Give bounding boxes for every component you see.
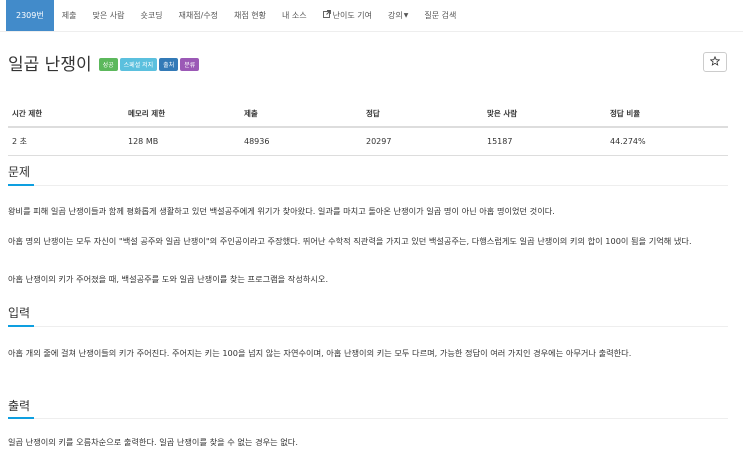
value-time-limit: 2 초 [12,137,27,146]
section-divider [8,418,728,419]
tab-rejudge[interactable]: 재채점/수정 [171,0,227,31]
problem-title-row: 일곱 난쟁이 성공 스페셜 저지 출처 분류 [8,50,200,75]
tab-label: 강의 [388,11,403,20]
problem-badges: 성공 스페셜 저지 출처 분류 [98,58,200,71]
tab-label: 난이도 기여 [332,11,372,20]
input-paragraph: 아홉 개의 줄에 걸쳐 난쟁이들의 키가 주어진다. 주어지는 키는 100을 … [8,348,632,358]
caret-down-icon: ▼ [403,12,409,19]
section-accent-bar [8,417,34,419]
tab-label: 2309번 [16,11,44,20]
external-link-icon [322,10,331,21]
header-time-limit: 시간 제한 [12,108,43,118]
tab-label: 채점 현황 [234,11,267,20]
section-divider [8,185,728,186]
favorite-button[interactable] [703,52,727,72]
tab-label: 숏코딩 [140,11,163,20]
tab-lecture[interactable]: 강의 ▼ [380,0,416,31]
tab-label: 맞은 사람 [92,11,125,20]
header-memory-limit: 메모리 제한 [128,108,166,118]
tab-accepted-users[interactable]: 맞은 사람 [84,0,132,31]
badge-success: 성공 [98,58,118,71]
header-accepted-users: 맞은 사람 [487,108,518,118]
tab-question-search[interactable]: 질문 검색 [416,0,464,31]
tab-short-coding[interactable]: 숏코딩 [132,0,170,31]
problem-paragraph-3: 아홉 난쟁이의 키가 주어졌을 때, 백설공주를 도와 일곱 난쟁이를 찾는 프… [8,274,329,284]
tab-label: 내 소스 [282,11,307,20]
value-accepted-users: 15187 [487,137,513,146]
problem-paragraph-1: 왕비를 피해 일곱 난쟁이들과 함께 평화롭게 생활하고 있던 백설공주에게 위… [8,206,555,216]
header-submissions: 제출 [244,108,258,118]
badge-source[interactable]: 출처 [159,58,179,71]
page-title: 일곱 난쟁이 [8,55,92,75]
output-paragraph: 일곱 난쟁이의 키를 오름차순으로 출력한다. 일곱 난쟁이를 찾을 수 없는 … [8,437,298,447]
tab-my-source[interactable]: 내 소스 [274,0,315,31]
tab-label: 질문 검색 [424,11,457,20]
value-submissions: 48936 [244,137,270,146]
tab-status[interactable]: 채점 현황 [226,0,274,31]
section-heading-input: 입력 [8,306,31,320]
tab-label: 제출 [61,11,77,20]
section-accent-bar [8,325,34,327]
problem-info-table: 시간 제한 메모리 제한 제출 정답 맞은 사람 정답 비율 2 초 128 M… [8,100,728,156]
header-ratio: 정답 비율 [610,108,641,118]
tab-label: 재채점/수정 [178,11,219,20]
badge-category[interactable]: 분류 [180,58,200,71]
problem-paragraph-2: 아홉 명의 난쟁이는 모두 자신이 "백설 공주와 일곱 난쟁이"의 주인공이라… [8,236,692,246]
problem-nav-bar: 2309번 제출 맞은 사람 숏코딩 재채점/수정 채점 현황 내 소스 난이도… [0,0,743,32]
table-row: 2 초 128 MB 48936 20297 15187 44.274% [8,128,728,156]
value-ratio: 44.274% [610,137,646,146]
tab-submit[interactable]: 제출 [54,0,85,31]
tab-difficulty-contribution[interactable]: 난이도 기여 [315,0,380,31]
badge-special-judge: 스페셜 저지 [119,58,158,71]
tab-problem-number[interactable]: 2309번 [6,0,54,31]
table-header-row: 시간 제한 메모리 제한 제출 정답 맞은 사람 정답 비율 [8,100,728,128]
star-icon [709,55,721,69]
section-heading-problem: 문제 [8,165,31,179]
value-memory-limit: 128 MB [128,137,159,146]
section-heading-output: 출력 [8,399,31,413]
header-accepted: 정답 [366,108,380,118]
value-accepted: 20297 [366,137,392,146]
section-accent-bar [8,184,34,186]
section-divider [8,326,728,327]
